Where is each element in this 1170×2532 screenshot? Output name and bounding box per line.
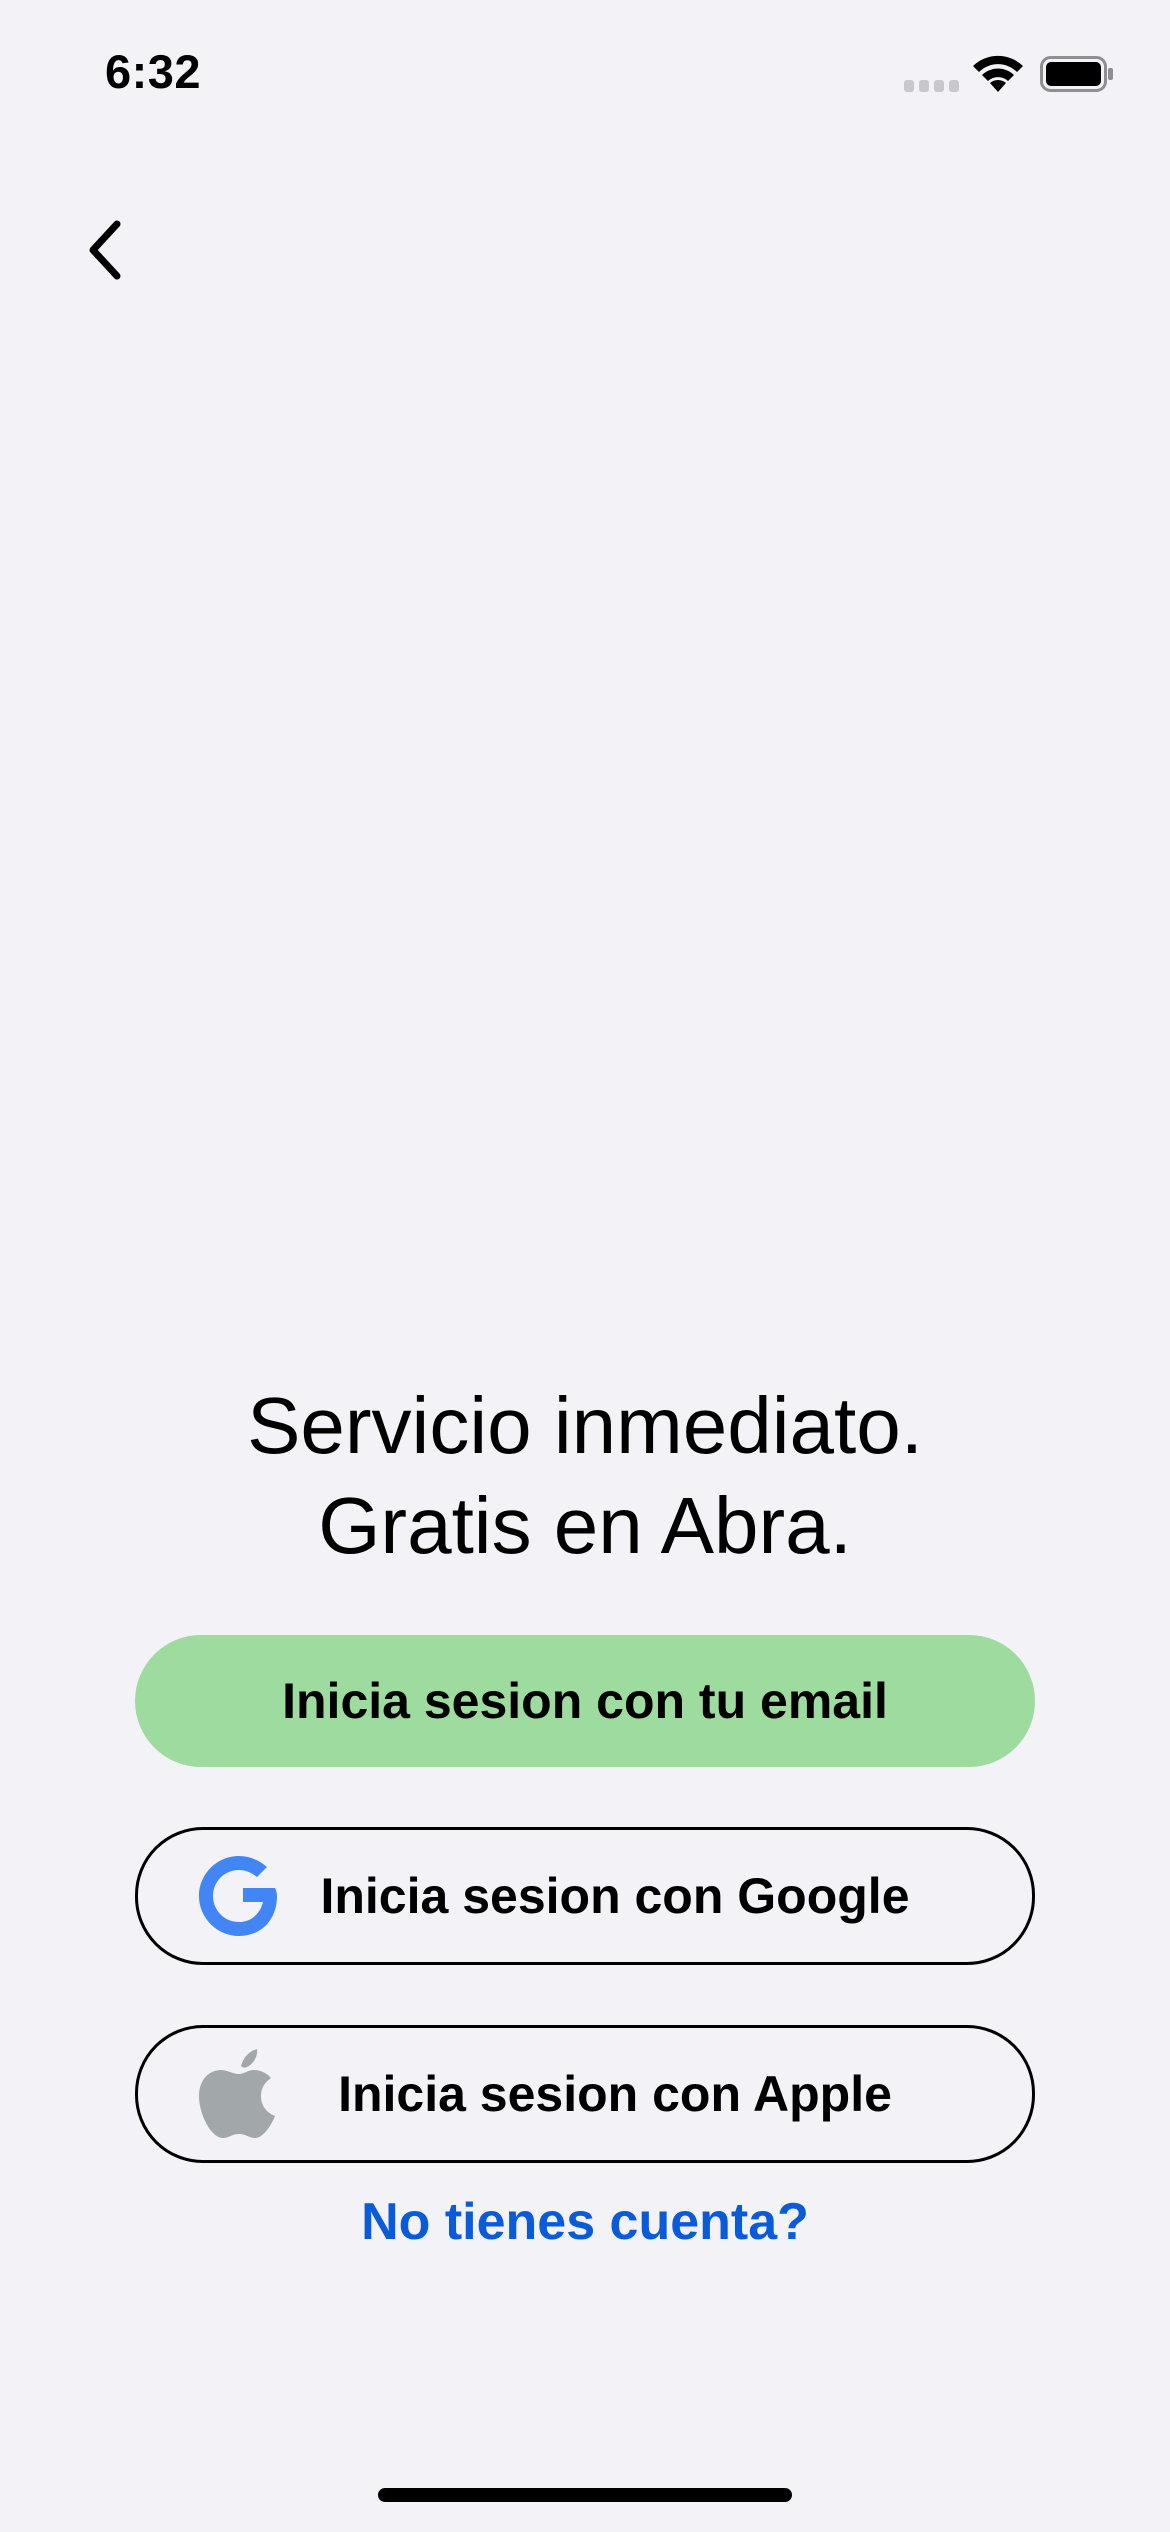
wifi-icon [973,55,1023,92]
signup-link[interactable]: No tienes cuenta? [0,2192,1170,2252]
headline-line-1: Servicio inmediato. [247,1381,923,1470]
headline-line-2: Gratis en Abra. [318,1481,852,1570]
status-bar: 6:32 [0,0,1170,150]
back-button[interactable] [70,210,140,290]
battery-icon [1040,56,1113,92]
chevron-left-icon [89,220,121,280]
apple-login-label: Inicia sesion con Apple [338,2066,892,2122]
cellular-signal-icon [904,80,959,92]
home-indicator [378,2488,792,2502]
apple-login-button[interactable]: Inicia sesion con Apple [135,2025,1035,2163]
headline: Servicio inmediato. Gratis en Abra. [0,1376,1170,1576]
apple-icon [199,2049,275,2138]
google-login-label: Inicia sesion con Google [320,1868,910,1924]
email-login-button[interactable]: Inicia sesion con tu email [135,1635,1035,1767]
google-login-button[interactable]: Inicia sesion con Google [135,1827,1035,1965]
email-login-label: Inicia sesion con tu email [282,1673,888,1729]
google-icon [199,1856,277,1936]
status-time: 6:32 [105,45,202,98]
